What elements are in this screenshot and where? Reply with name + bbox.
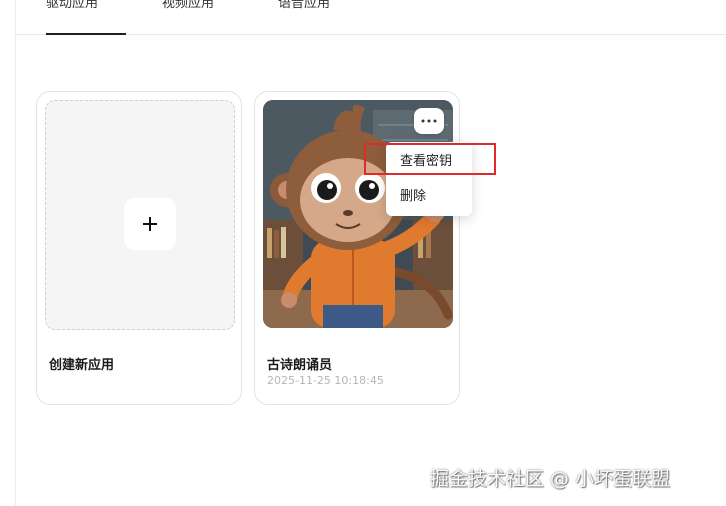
- create-app-title: 创建新应用: [49, 358, 115, 373]
- plus-icon: [143, 217, 157, 231]
- app-type-tabs: 驱动应用 视频应用 语音应用: [16, 0, 726, 35]
- tab-voice-app[interactable]: 语音应用: [278, 0, 330, 11]
- sidebar-divider: [15, 0, 16, 506]
- app-more-button[interactable]: [414, 108, 444, 134]
- active-tab-indicator: [46, 33, 126, 35]
- watermark: 掘金技术社区 @ 小坏蛋联盟: [430, 468, 671, 490]
- app-card[interactable]: 古诗朗诵员 2025-11-25 10:18:45: [254, 91, 460, 405]
- create-app-dropzone[interactable]: [45, 100, 235, 330]
- create-app-button[interactable]: [124, 198, 176, 250]
- create-app-card[interactable]: 创建新应用: [36, 91, 242, 405]
- app-title: 古诗朗诵员: [267, 358, 333, 373]
- tab-driven-app[interactable]: 驱动应用: [46, 0, 98, 11]
- tab-video-app[interactable]: 视频应用: [162, 0, 214, 11]
- menu-item-delete[interactable]: 删除: [386, 182, 472, 212]
- ellipsis-icon: [421, 119, 437, 123]
- annotation-highlight-box: [364, 143, 496, 175]
- app-timestamp: 2025-11-25 10:18:45: [267, 374, 384, 387]
